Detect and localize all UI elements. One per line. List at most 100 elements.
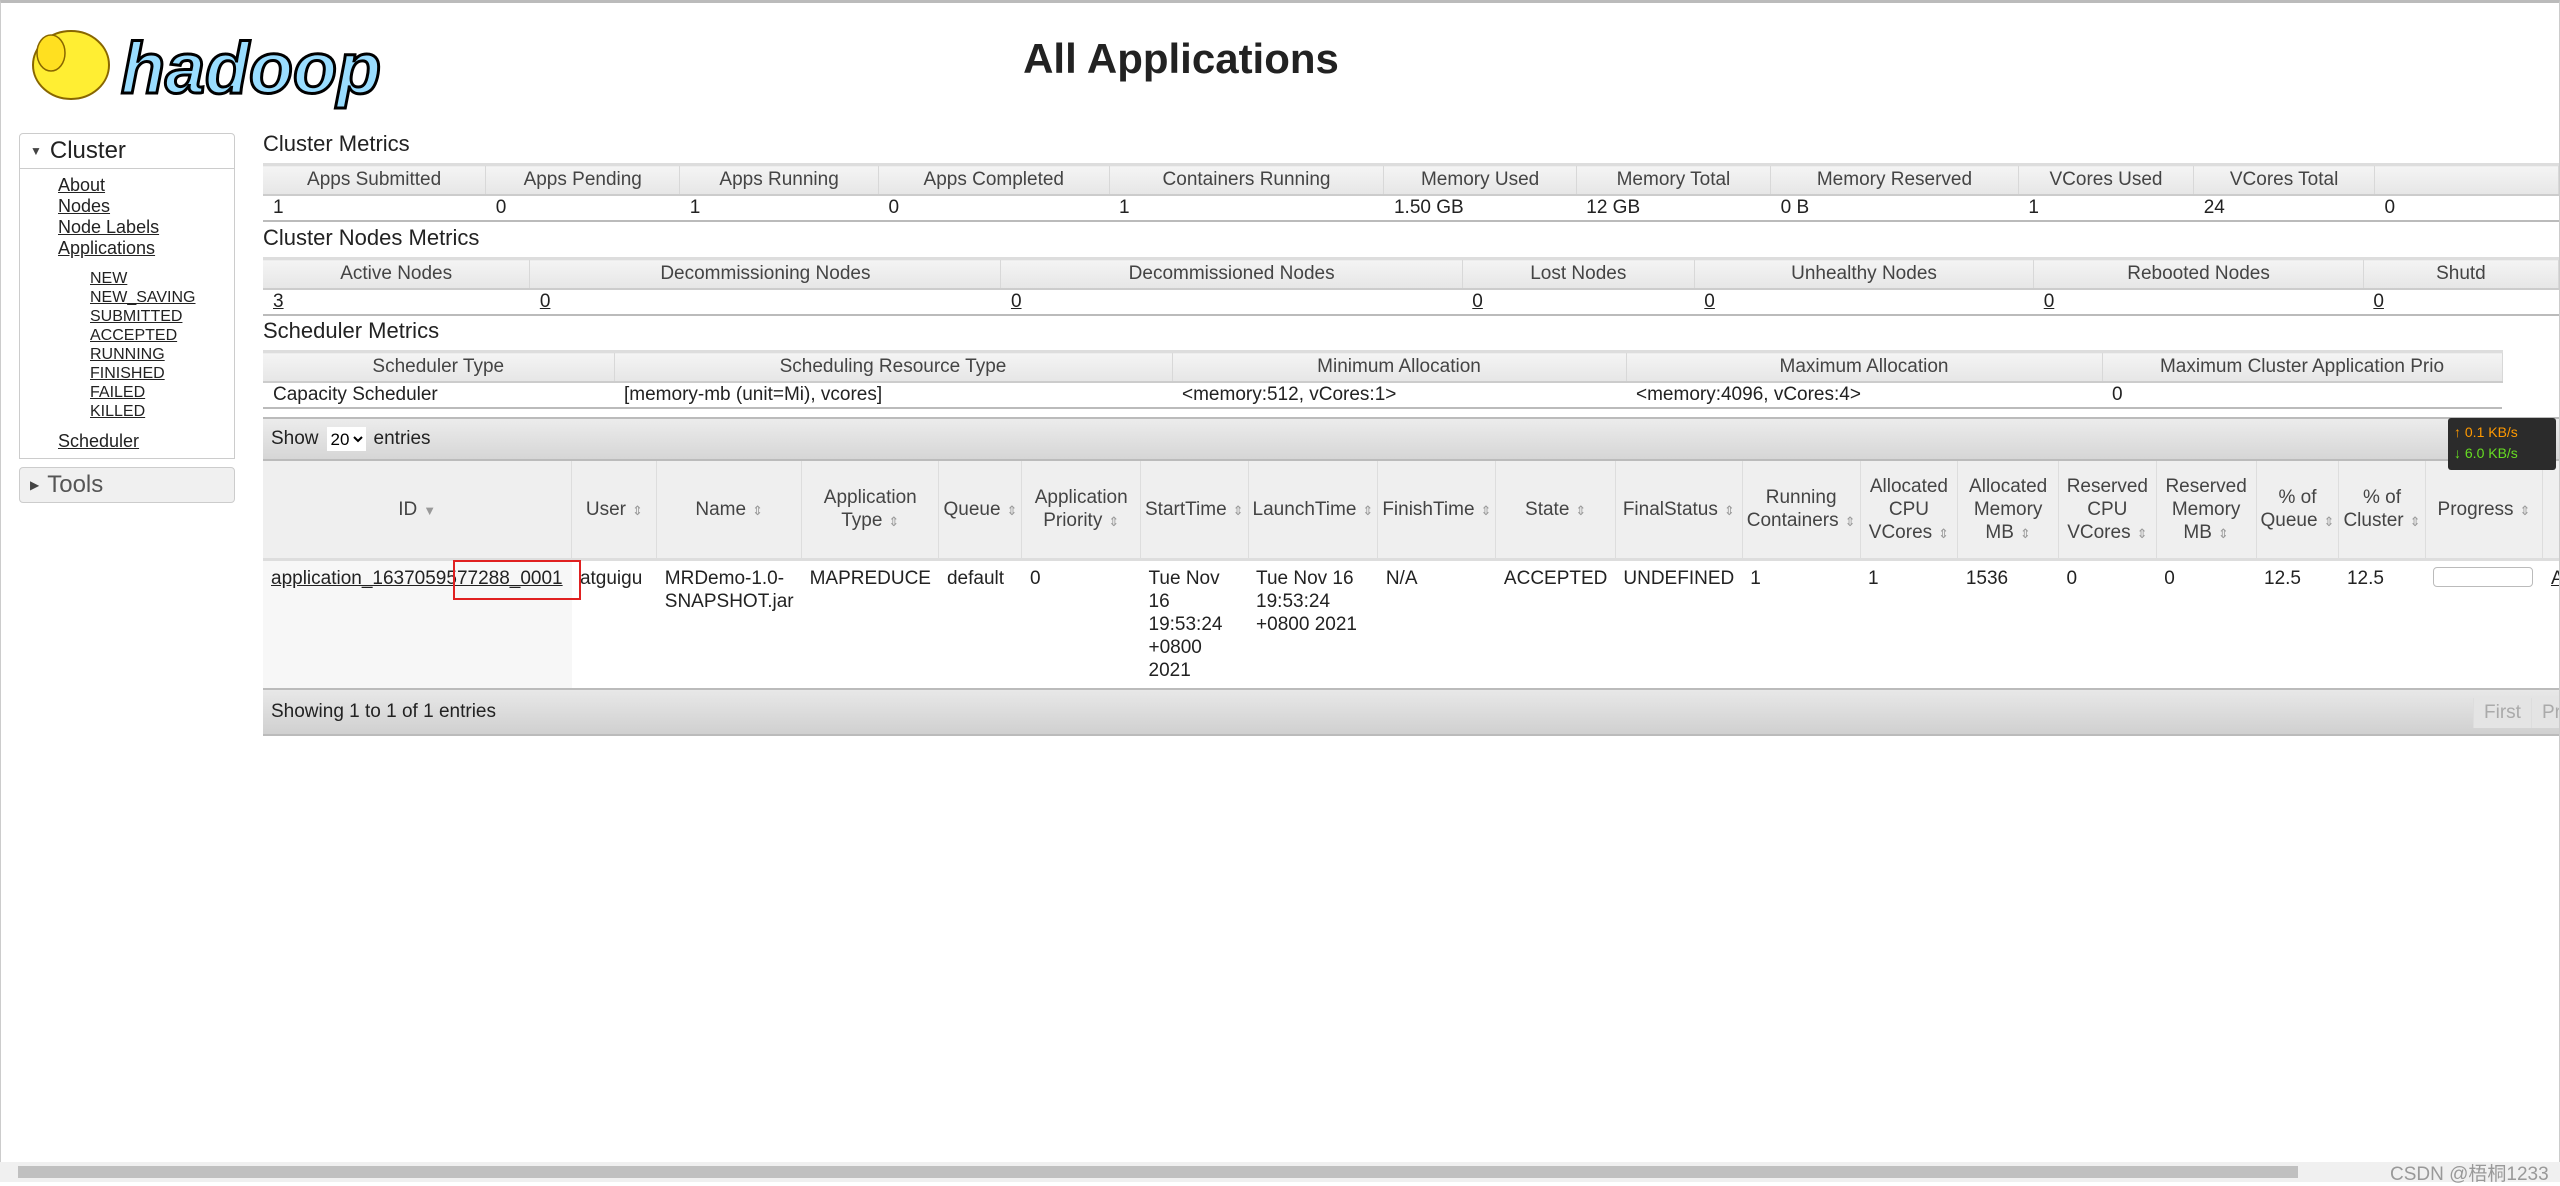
page-size-select[interactable]: 20 (326, 427, 366, 451)
header-label: Queue (943, 498, 1001, 520)
sort-icon[interactable]: ⇕ (1233, 503, 1244, 518)
metric-link[interactable]: 0 (1472, 291, 1483, 312)
column-header-user[interactable]: User ⇕ (571, 461, 658, 561)
column-header-allocated-memory-mb[interactable]: Allocated Memory MB ⇕ (1957, 461, 2059, 561)
sidebar-link-about[interactable]: About (58, 175, 234, 196)
sort-icon[interactable]: ⇕ (888, 514, 899, 529)
column-header-starttime[interactable]: StartTime ⇕ (1140, 461, 1249, 561)
sort-icon[interactable]: ⇕ (1481, 503, 1492, 518)
column-header-allocated-cpu-vcores[interactable]: Allocated CPU VCores ⇕ (1860, 461, 1959, 561)
column-header-state[interactable]: State ⇕ (1495, 461, 1616, 561)
sort-icon[interactable]: ⇕ (1362, 503, 1373, 518)
sort-icon[interactable]: ⇕ (2218, 526, 2229, 541)
browser-page: hadoop All Applications ▼ Cluster About N… (0, 0, 2560, 1164)
column-header-queue[interactable]: Queue ⇕ (938, 461, 1023, 561)
upload-speed: ↑ 0.1 KB/s (2454, 424, 2518, 440)
tools-label: Tools (47, 471, 104, 498)
sort-icon[interactable]: ⇕ (2520, 503, 2531, 518)
cluster-section-toggle[interactable]: ▼ Cluster (20, 134, 234, 169)
metric-link[interactable]: 0 (1011, 291, 1022, 312)
tracking-ui-link[interactable]: Applicatio (2551, 568, 2559, 589)
column-header: Apps Pending (485, 163, 681, 195)
sort-icon[interactable]: ⇕ (632, 503, 643, 518)
sidebar-link-scheduler[interactable]: Scheduler (58, 431, 234, 452)
sidebar-link-state-new[interactable]: NEW (90, 269, 234, 288)
scrollbar-thumb[interactable] (18, 1166, 2298, 1178)
horizontal-scrollbar[interactable] (0, 1162, 2560, 1182)
sidebar-link-state-submitted[interactable]: SUBMITTED (90, 307, 234, 326)
sort-icon[interactable]: ⇕ (2137, 526, 2148, 541)
sort-icon[interactable]: ⇕ (2020, 526, 2031, 541)
cell-type: MAPREDUCE (809, 568, 931, 589)
metric-cell: 0 (529, 288, 1001, 316)
header-row: Scheduler Type Scheduling Resource Type Mi… (263, 350, 2503, 382)
metric-cell: 0 (878, 194, 1110, 222)
header-label: Running Containers (1746, 487, 1839, 531)
column-header-finalstatus[interactable]: FinalStatus ⇕ (1615, 461, 1743, 561)
tools-section-toggle[interactable]: ▶ Tools (19, 467, 235, 503)
column-header: Memory Used (1383, 163, 1577, 195)
cell-res_cpu: 0 (2066, 568, 2078, 589)
sidebar-link-state-killed[interactable]: KILLED (90, 402, 234, 421)
sidebar-link-applications[interactable]: Applications (58, 238, 234, 259)
column-header: Containers Running (1109, 163, 1385, 195)
column-header-progress[interactable]: Progress ⇕ (2425, 461, 2544, 561)
sort-icon[interactable]: ⇕ (1108, 514, 1119, 529)
column-header-application-priority[interactable]: Application Priority ⇕ (1021, 461, 1141, 561)
column-header-id[interactable]: ID ▼ (263, 461, 573, 561)
sidebar-link-state-running[interactable]: RUNNING (90, 345, 234, 364)
column-header-finishtime[interactable]: FinishTime ⇕ (1377, 461, 1497, 561)
column-header: Minimum Allocation (1172, 350, 1627, 382)
metric-link[interactable]: 3 (273, 291, 284, 312)
column-header: Decommissioning Nodes (529, 257, 1002, 289)
sidebar-link-node-labels[interactable]: Node Labels (58, 217, 234, 238)
metric-cell: 1 (1109, 194, 1384, 222)
sort-icon[interactable]: ⇕ (752, 503, 763, 518)
sidebar-link-nodes[interactable]: Nodes (58, 196, 234, 217)
column-header--of-cluster[interactable]: % of Cluster ⇕ (2338, 461, 2426, 561)
sort-icon[interactable]: ⇕ (1724, 503, 1735, 518)
column-header: Apps Submitted (263, 163, 487, 195)
column-header--of-queue[interactable]: % of Queue ⇕ (2256, 461, 2340, 561)
metric-link[interactable]: 0 (1704, 291, 1715, 312)
sort-icon[interactable]: ⇕ (1938, 526, 1949, 541)
sort-icon[interactable]: ⇕ (1845, 514, 1856, 529)
show-label: Show (271, 428, 319, 449)
sidebar-link-state-finished[interactable]: FINISHED (90, 364, 234, 383)
metric-link[interactable]: 0 (540, 291, 551, 312)
sort-icon[interactable]: ⇕ (2324, 514, 2335, 529)
sidebar-link-state-new_saving[interactable]: NEW_SAVING (90, 288, 234, 307)
sort-icon[interactable]: ⇕ (1575, 503, 1586, 518)
metric-link[interactable]: 0 (2373, 291, 2384, 312)
svg-text:hadoop: hadoop (121, 29, 381, 109)
column-header-reserved-memory-mb[interactable]: Reserved Memory MB ⇕ (2156, 461, 2257, 561)
cell-state: ACCEPTED (1503, 568, 1608, 589)
sort-desc-icon[interactable]: ▼ (423, 503, 436, 518)
sort-icon[interactable]: ⇕ (1007, 503, 1018, 518)
header-row: ID ▼ User ⇕ Name ⇕ Application Type ⇕ Queue ⇕ Appl… (263, 461, 2559, 561)
column-header-application-type[interactable]: Application Type ⇕ (801, 461, 940, 561)
previous-page-button[interactable]: Pre (2530, 698, 2559, 728)
cell-launch: Tue Nov 16 19:53:24 +0800 2021 (1256, 568, 1357, 635)
cluster-label: Cluster (49, 137, 126, 164)
sort-icon[interactable]: ⇕ (2410, 514, 2421, 529)
sidebar-link-state-failed[interactable]: FAILED (90, 383, 234, 402)
cell-tracking: Applicatio (2543, 560, 2559, 689)
column-header-name[interactable]: Name ⇕ (656, 461, 803, 561)
column-header-trackin[interactable]: Trackin (2542, 461, 2559, 561)
table-footer: Showing 1 to 1 of 1 entries First Pre (263, 688, 2559, 736)
highlight-box (453, 560, 581, 600)
column-header: VCores Total (2193, 163, 2375, 195)
metric-cell: 0 (2033, 288, 2364, 316)
sidebar-link-state-accepted[interactable]: ACCEPTED (90, 326, 234, 345)
column-header-running-containers[interactable]: Running Containers ⇕ (1742, 461, 1861, 561)
metric-link[interactable]: 0 (2044, 291, 2055, 312)
cell-pct_cluster: 12.5 (2346, 568, 2384, 589)
entries-info: Showing 1 to 1 of 1 entries (271, 701, 496, 722)
column-header: Apps Completed (878, 163, 1110, 195)
column-header-launchtime[interactable]: LaunchTime ⇕ (1248, 461, 1379, 561)
column-header: Maximum Cluster Application Prio (2102, 350, 2503, 382)
nodes-metrics-label: Cluster Nodes Metrics (263, 225, 480, 250)
column-header-reserved-cpu-vcores[interactable]: Reserved CPU VCores ⇕ (2058, 461, 2157, 561)
first-page-button[interactable]: First (2473, 698, 2531, 728)
